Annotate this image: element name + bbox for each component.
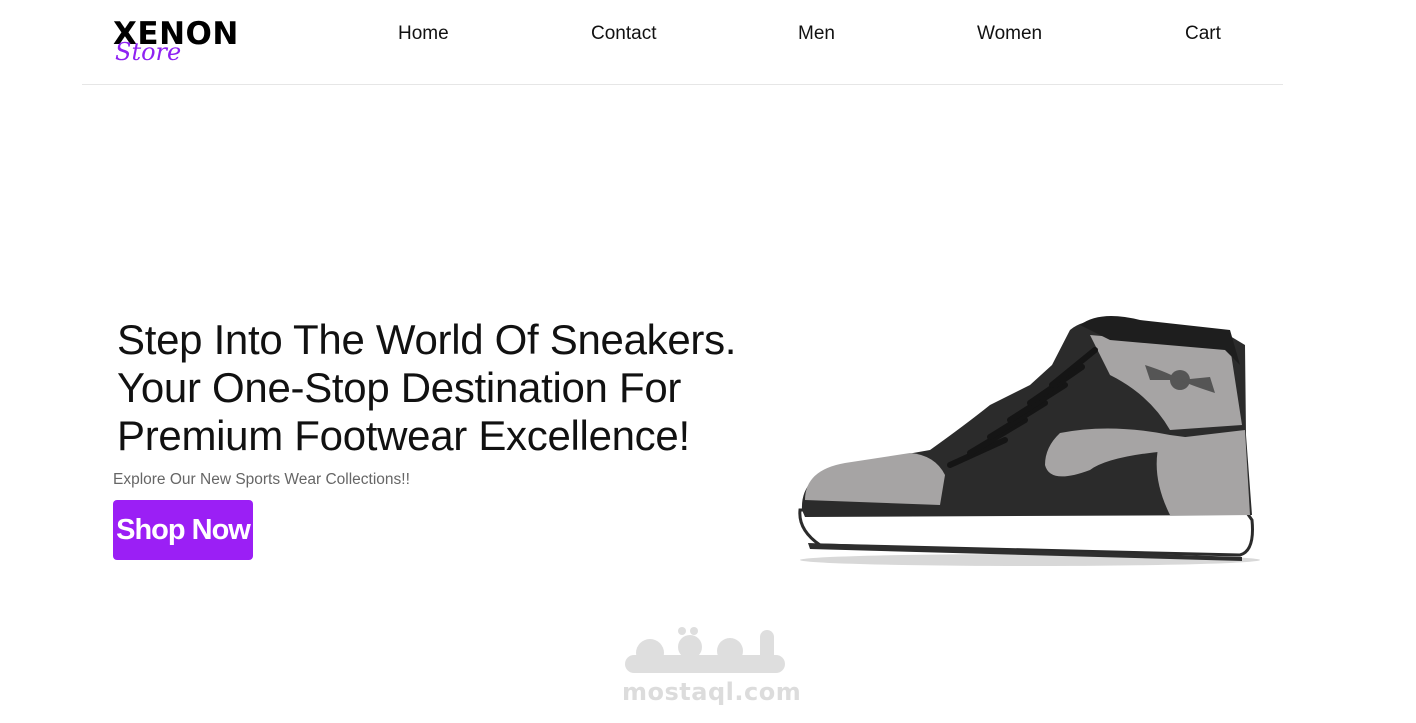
site-header: XENON Store Home Contact Men Women Cart xyxy=(82,0,1283,85)
sneaker-image xyxy=(798,316,1260,566)
hero-headline-line: Your One-Stop Destination For xyxy=(117,364,682,411)
mostaql-watermark: mostaql.com xyxy=(600,625,815,715)
nav-women[interactable]: Women xyxy=(977,23,1042,45)
nav-cart[interactable]: Cart xyxy=(1185,23,1221,45)
brand-logo[interactable]: XENON Store xyxy=(113,16,253,66)
hero-headline: Step Into The World Of Sneakers. Your On… xyxy=(117,316,797,460)
mostaql-logo-icon xyxy=(625,627,785,673)
nav-contact[interactable]: Contact xyxy=(591,23,656,45)
hero-headline-line: Step Into The World Of Sneakers. xyxy=(117,316,737,363)
mostaql-domain: mostaql.com xyxy=(622,678,802,706)
nav-men[interactable]: Men xyxy=(798,23,835,45)
nav-home[interactable]: Home xyxy=(398,23,449,45)
hero-headline-line: Premium Footwear Excellence! xyxy=(117,412,690,459)
hero-subtitle: Explore Our New Sports Wear Collections!… xyxy=(113,471,410,488)
shop-now-button[interactable]: Shop Now xyxy=(113,500,253,560)
brand-tagline: Store xyxy=(115,38,182,66)
